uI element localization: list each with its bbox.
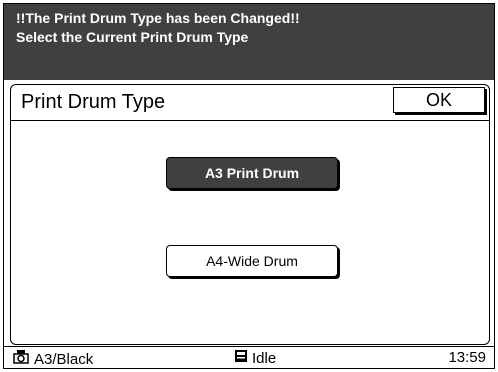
status-paper-label: A3/Black [34,350,94,368]
status-paper: A3/Black [12,349,93,369]
a3-print-drum-button[interactable]: A3 Print Drum [166,157,338,189]
alert-line-1: !!The Print Drum Type has been Changed!! [16,10,300,26]
status-state: Idle [234,349,276,367]
print-drum-type-panel: Print Drum Type OK A3 Print Drum A4-Wide… [10,84,490,345]
a4-wide-drum-button[interactable]: A4-Wide Drum [166,245,338,277]
machine-icon [234,349,248,367]
alert-line-2: Select the Current Print Drum Type [16,29,249,45]
panel-title: Print Drum Type [21,91,166,113]
ok-button[interactable]: OK [393,87,485,113]
screen: !!The Print Drum Type has been Changed!!… [3,3,495,369]
status-state-label: Idle [252,349,277,367]
status-bar: A3/Black Idle 13:59 [4,346,494,368]
alert-message: !!The Print Drum Type has been Changed!!… [4,4,494,80]
panel-header: Print Drum Type OK [11,85,489,121]
drum-icon [12,349,30,369]
status-time: 13:59 [448,349,486,366]
